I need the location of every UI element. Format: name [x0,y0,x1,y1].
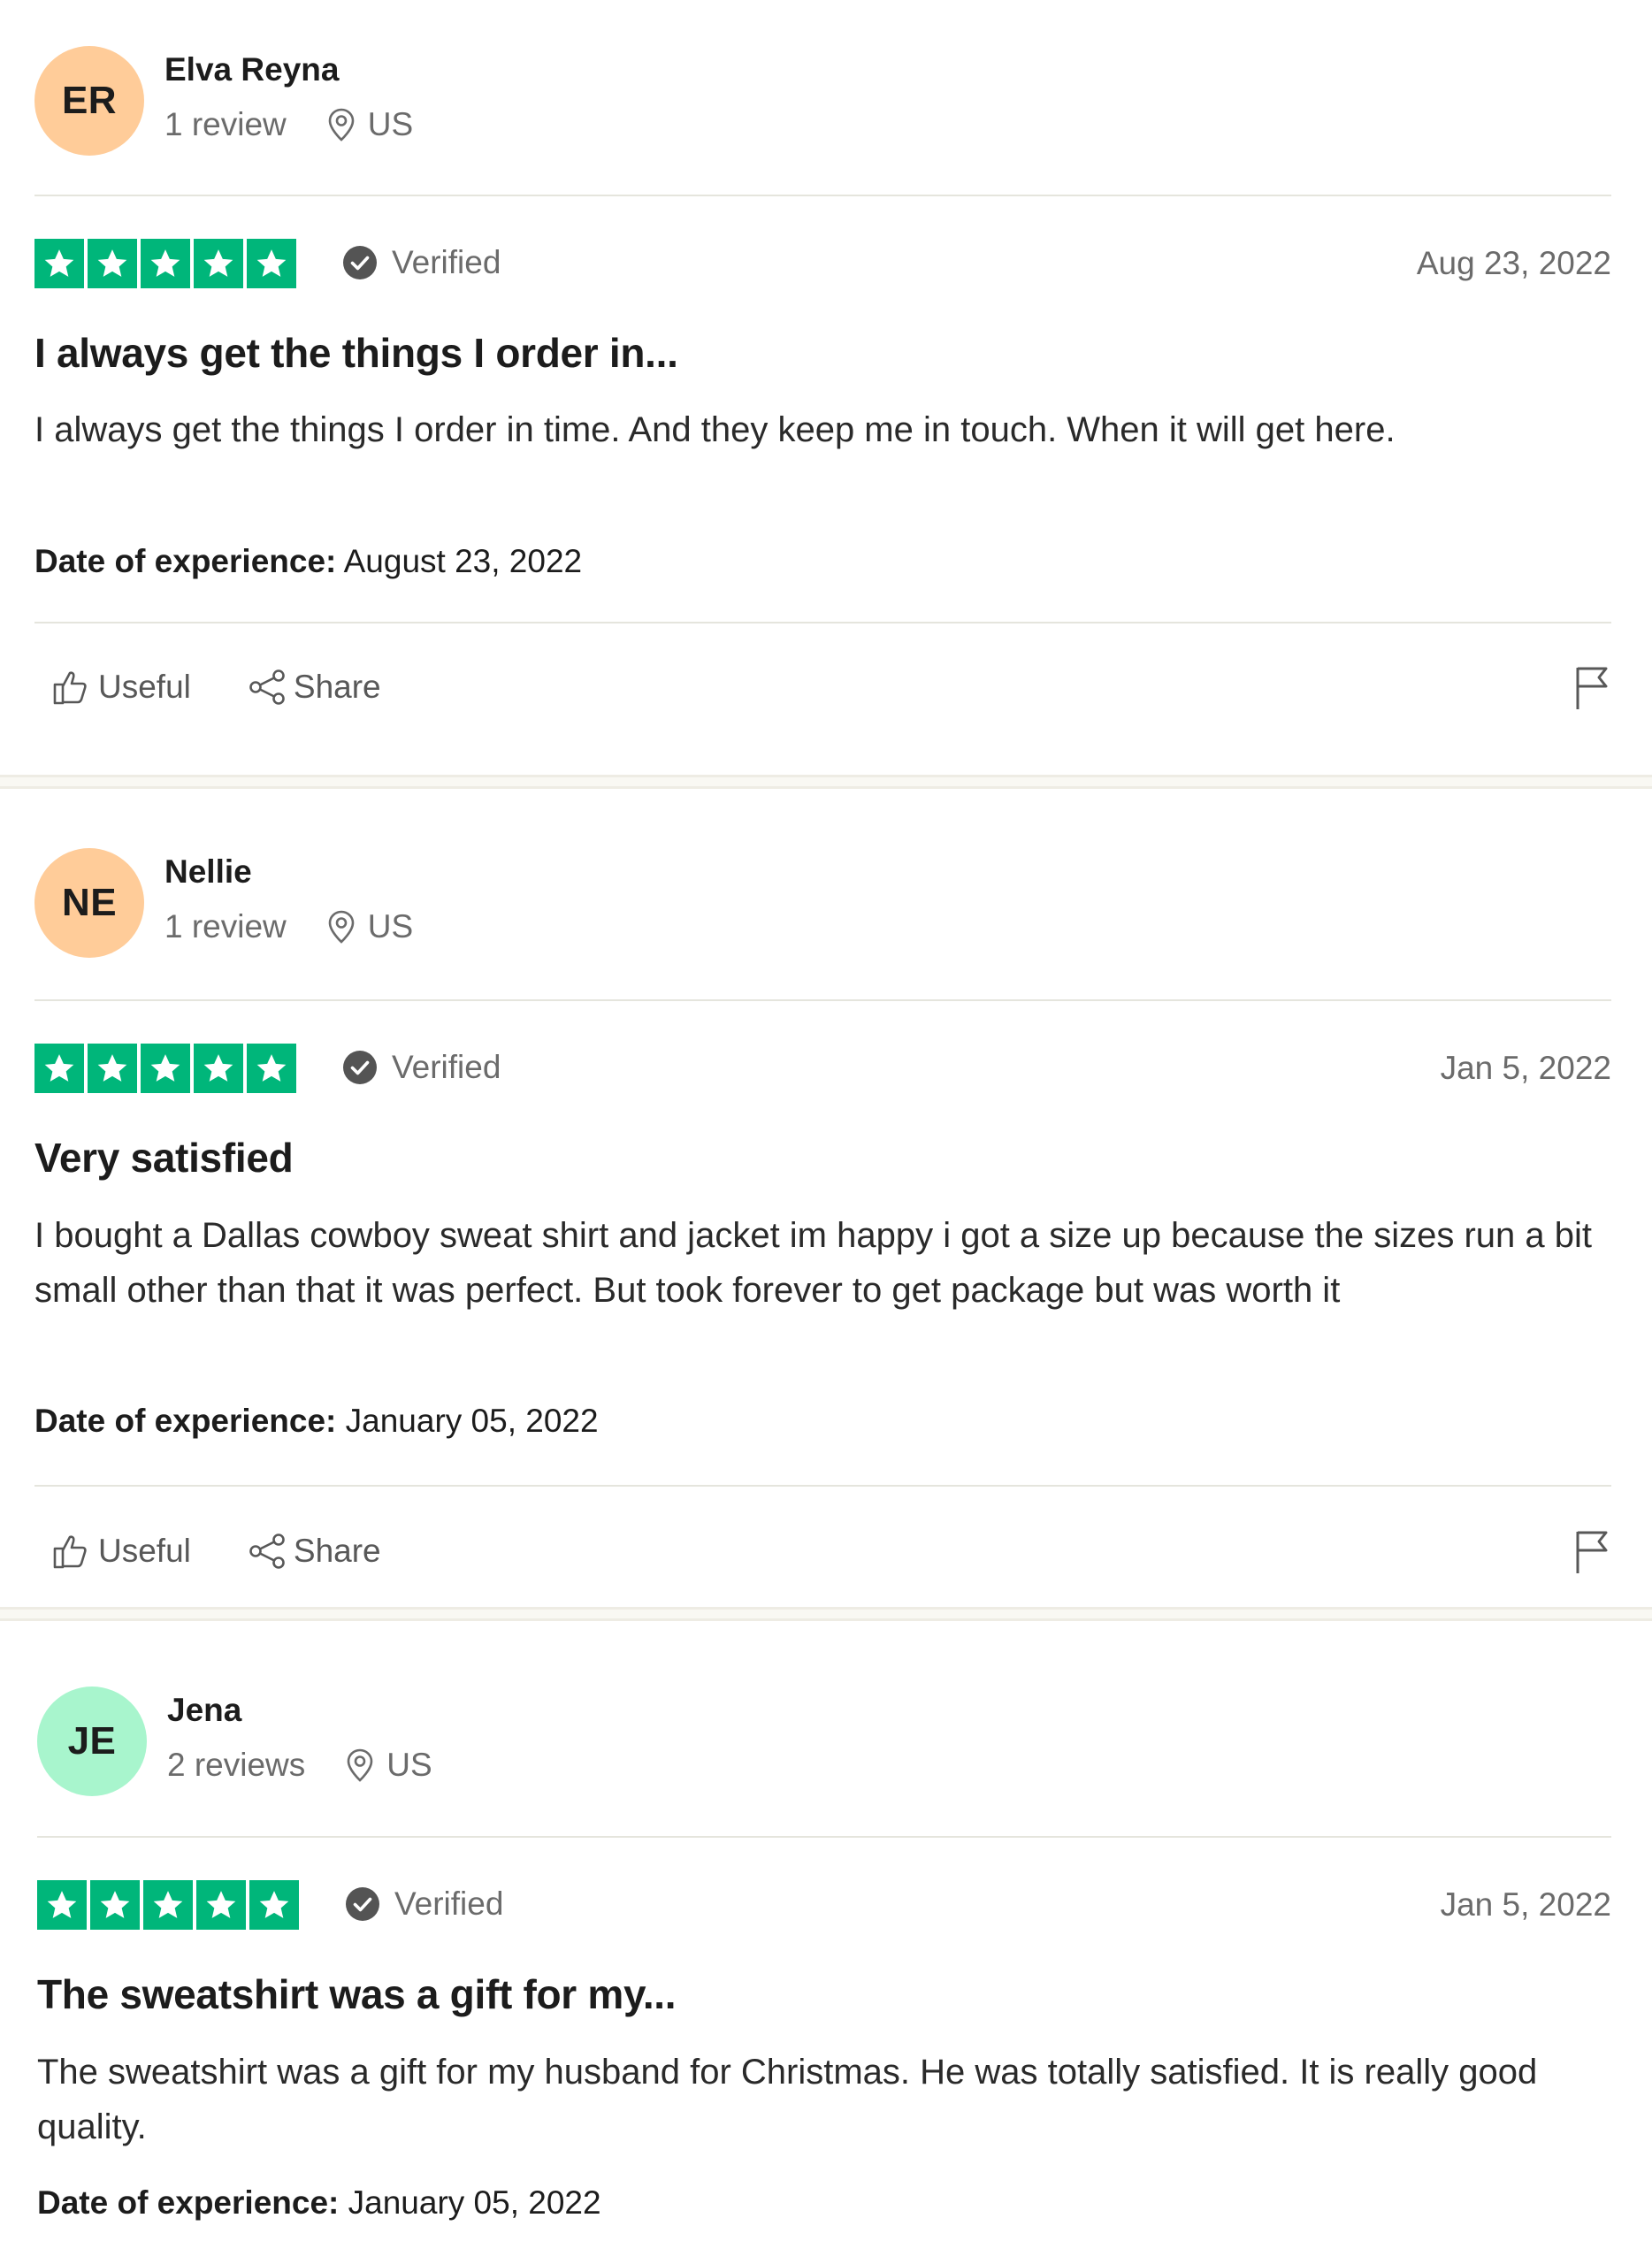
verified-badge[interactable]: Verified [345,1885,503,1923]
share-button[interactable]: Share [248,1532,381,1571]
share-label: Share [293,1533,381,1569]
review-count: 1 review [164,908,287,945]
review-body: The sweatshirt was a gift for my husband… [37,2053,1538,2146]
report-flag-icon[interactable] [1574,1529,1611,1579]
avatar[interactable]: NE [34,848,144,958]
star-icon [90,1880,140,1930]
verified-badge[interactable]: Verified [342,244,501,281]
star-icon [34,239,84,288]
card-separator [0,775,1652,789]
review-card: ER Elva Reyna 1 review US Verified Aug 2… [0,0,1652,775]
date-of-experience-value: August 23, 2022 [343,543,583,579]
star-icon [247,1044,296,1093]
star-icon [88,239,137,288]
review-card: JE Jena 2 reviews US Verified Jan 5, 202… [0,1621,1652,2264]
date-of-experience-label: Date of experience: [34,543,337,579]
divider [34,622,1611,623]
divider [34,195,1611,196]
star-icon [143,1880,193,1930]
review-actions: Useful Share [52,1532,381,1571]
avatar[interactable]: ER [34,46,144,156]
date-of-experience-value: January 05, 2022 [345,1403,599,1439]
share-button[interactable]: Share [248,668,381,707]
date-of-experience: Date of experience: January 05, 2022 [37,2184,601,2222]
thumbs-up-icon [53,1535,87,1569]
share-label: Share [293,669,381,705]
share-icon [249,1534,285,1569]
verified-check-icon [345,1886,380,1922]
useful-label: Useful [98,669,191,705]
location-pin-icon [327,910,356,944]
star-icon [141,239,190,288]
review-actions: Useful Share [52,668,381,707]
reviewer-meta: 2 reviews US [167,1747,432,1784]
useful-label: Useful [98,1533,191,1569]
reviewer-country: US [367,908,414,945]
star-icon [194,1044,243,1093]
review-date: Jan 5, 2022 [1440,1886,1611,1923]
reviewer-country: US [367,106,414,142]
reviewer-country: US [386,1747,432,1783]
star-icon [196,1880,246,1930]
review-card: NE Nellie 1 review US Verified Jan 5, 20… [0,789,1652,1607]
verified-check-icon [342,245,378,280]
star-rating [37,1880,299,1930]
star-icon [141,1044,190,1093]
verified-label: Verified [392,244,501,280]
location-pin-icon [327,108,356,142]
star-icon [88,1044,137,1093]
avatar[interactable]: JE [37,1687,147,1796]
review-title[interactable]: The sweatshirt was a gift for my... [37,1970,677,2018]
reviewer-meta: 1 review US [164,106,413,143]
verified-badge[interactable]: Verified [342,1049,501,1086]
star-icon [194,239,243,288]
share-icon [249,669,285,705]
reviewer-meta: 1 review US [164,908,413,945]
review-body: I always get the things I order in time.… [34,410,1396,449]
reviewer-name[interactable]: Elva Reyna [164,51,339,88]
reviewer-name[interactable]: Jena [167,1692,241,1729]
star-icon [34,1044,84,1093]
date-of-experience: Date of experience: August 23, 2022 [34,543,582,580]
divider [37,1836,1611,1838]
divider [34,999,1611,1001]
star-icon [249,1880,299,1930]
review-body: I bought a Dallas cowboy sweat shirt and… [34,1216,1592,1310]
date-of-experience-value: January 05, 2022 [348,2184,601,2221]
location-pin-icon [346,1748,374,1782]
verified-label: Verified [392,1049,501,1085]
report-flag-icon[interactable] [1574,665,1611,715]
reviewer-name[interactable]: Nellie [164,853,252,891]
review-count: 1 review [164,106,287,142]
divider [34,1485,1611,1487]
date-of-experience-label: Date of experience: [37,2184,340,2221]
review-title[interactable]: I always get the things I order in... [34,329,678,377]
review-count: 2 reviews [167,1747,306,1783]
star-icon [247,239,296,288]
date-of-experience: Date of experience: January 05, 2022 [34,1403,599,1440]
useful-button[interactable]: Useful [52,1532,191,1571]
review-title[interactable]: Very satisfied [34,1134,294,1182]
date-of-experience-label: Date of experience: [34,1403,337,1439]
thumbs-up-icon [53,671,87,705]
verified-label: Verified [394,1885,504,1922]
verified-check-icon [342,1050,378,1085]
review-date: Jan 5, 2022 [1440,1050,1611,1086]
star-icon [37,1880,87,1930]
review-date: Aug 23, 2022 [1416,245,1611,281]
useful-button[interactable]: Useful [52,668,191,707]
star-rating [34,239,296,288]
star-rating [34,1044,296,1093]
card-separator [0,1607,1652,1621]
